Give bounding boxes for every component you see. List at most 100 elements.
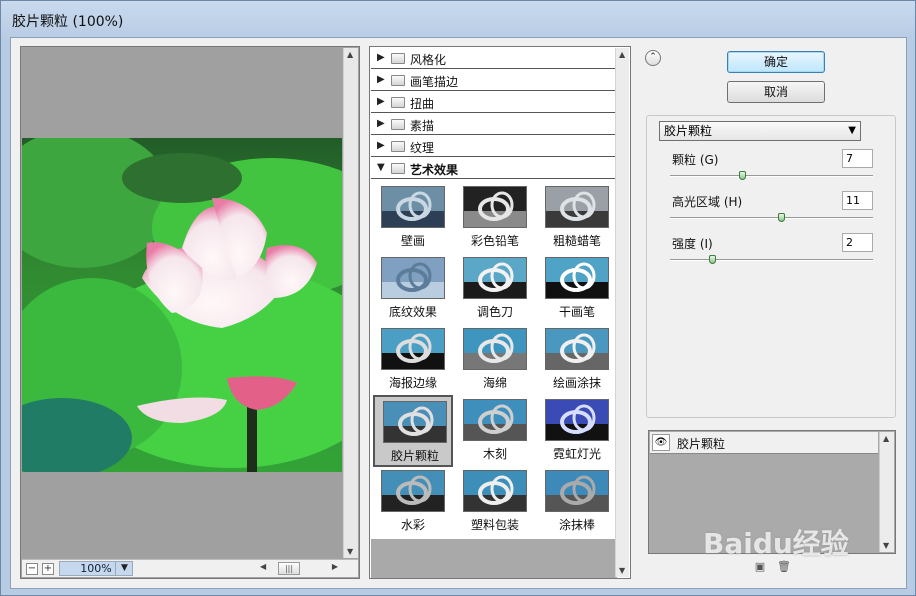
layers-scrollbar[interactable]: ▲ ▼ (879, 432, 894, 552)
preview-horizontal-scrollbar[interactable]: ◀ ||| ▶ (258, 562, 340, 575)
effect-layer-name: 胶片颗粒 (677, 437, 726, 451)
intensity-label: 强度 (I) (672, 237, 713, 251)
underpainting-thumb-icon (381, 257, 445, 299)
filter-thumbnail[interactable]: 海报边缘 (373, 324, 453, 396)
scroll-up-icon[interactable]: ▲ (347, 50, 353, 59)
neon-glow-thumb-icon (545, 399, 609, 441)
highlight-area-value-input[interactable]: 11 (842, 191, 873, 210)
filter-thumbnail[interactable]: 木刻 (455, 395, 535, 467)
chevron-down-icon: ▼ (848, 125, 856, 136)
filter-thumbnail-label: 涂抹棒 (558, 518, 595, 532)
filter-thumbnail-label: 木刻 (482, 447, 507, 461)
smudge-stick-thumb-icon (545, 470, 609, 512)
category-label: 扭曲 (410, 97, 435, 111)
filter-thumbnail[interactable]: 绘画涂抹 (537, 324, 617, 396)
collapse-triangle-icon[interactable]: ▼ (377, 162, 385, 173)
expand-triangle-icon[interactable]: ▶ (377, 52, 385, 63)
filter-thumbnail[interactable]: 胶片颗粒 (373, 395, 453, 467)
palette-knife-thumb-icon (463, 257, 527, 299)
filter-list-empty-area (371, 539, 617, 578)
category-label: 风格化 (410, 53, 447, 67)
colored-pencil-thumb-icon (463, 186, 527, 228)
folder-icon (391, 141, 405, 152)
expand-triangle-icon[interactable]: ▶ (377, 74, 385, 85)
filter-thumbnail-label: 海绵 (482, 376, 507, 390)
scroll-down-icon[interactable]: ▼ (347, 547, 353, 556)
scroll-down-icon[interactable]: ▼ (883, 541, 889, 550)
filter-category-sketch[interactable]: ▶ 素描 (371, 114, 617, 135)
zoom-in-button[interactable]: + (42, 563, 54, 575)
filter-thumbnail[interactable]: 壁画 (373, 182, 453, 254)
lotus-preview-image (22, 138, 342, 472)
filter-thumbnail[interactable]: 底纹效果 (373, 253, 453, 325)
preview-panel: ▲ ▼ − + 100% ▼ ◀ ||| ▶ (20, 46, 360, 579)
filter-thumbnail[interactable]: 海绵 (455, 324, 535, 396)
scroll-up-icon[interactable]: ▲ (619, 50, 625, 59)
filter-thumbnail-label: 彩色铅笔 (470, 234, 519, 248)
new-effect-layer-icon[interactable]: ▣ (753, 560, 767, 574)
cancel-button[interactable]: 取消 (727, 81, 825, 103)
rough-pastels-thumb-icon (545, 186, 609, 228)
preview-vertical-scrollbar[interactable]: ▲ ▼ (343, 48, 358, 558)
scroll-left-icon[interactable]: ◀ (260, 562, 266, 571)
category-label: 画笔描边 (410, 75, 459, 89)
scroll-down-icon[interactable]: ▼ (619, 566, 625, 575)
slider-knob[interactable] (709, 255, 716, 264)
title-bar[interactable]: 胶片颗粒 (100%) (1, 1, 915, 37)
artistic-filter-thumbnails: 壁画 彩色铅笔 粗糙蜡笔底纹效果 调色刀 干画笔海报边缘 海绵 绘画涂抹胶片颗粒 木刻 霓虹灯光… (371, 180, 617, 546)
category-label: 素描 (410, 119, 435, 133)
preview-canvas[interactable] (22, 48, 342, 558)
effect-layer-item[interactable]: 👁 胶片颗粒 (650, 432, 878, 454)
filter-thumbnail[interactable]: 干画笔 (537, 253, 617, 325)
filter-thumbnail-label: 水彩 (400, 518, 425, 532)
window-title: 胶片颗粒 (100%) (12, 14, 124, 30)
scroll-right-icon[interactable]: ▶ (332, 562, 338, 571)
watermark: Baidu经验 (703, 527, 849, 560)
filter-select[interactable]: 胶片颗粒 ▼ (659, 121, 861, 141)
slider-knob[interactable] (739, 171, 746, 180)
filter-thumbnail[interactable]: 调色刀 (455, 253, 535, 325)
fresco-thumb-icon (381, 186, 445, 228)
slider-knob[interactable] (778, 213, 785, 222)
expand-triangle-icon[interactable]: ▶ (377, 140, 385, 151)
zoom-out-button[interactable]: − (26, 563, 38, 575)
cutout-thumb-icon (463, 399, 527, 441)
filter-thumbnail-label: 塑料包装 (470, 518, 519, 532)
eye-icon[interactable]: 👁 (652, 434, 670, 451)
scroll-up-icon[interactable]: ▲ (883, 434, 889, 443)
filter-thumbnail[interactable]: 塑料包装 (455, 466, 535, 538)
filter-category-artistic[interactable]: ▼ 艺术效果 (371, 158, 617, 179)
plastic-wrap-thumb-icon (463, 470, 527, 512)
filter-thumbnail[interactable]: 涂抹棒 (537, 466, 617, 538)
grain-slider[interactable] (670, 171, 873, 180)
filter-thumbnail[interactable]: 水彩 (373, 466, 453, 538)
filter-thumbnail[interactable]: 霓虹灯光 (537, 395, 617, 467)
film-grain-thumb-icon (383, 401, 447, 443)
filter-category-texture[interactable]: ▶ 纹理 (371, 136, 617, 157)
filter-thumbnail[interactable]: 彩色铅笔 (455, 182, 535, 254)
filter-thumbnail-label: 调色刀 (476, 305, 513, 319)
filter-thumbnail-label: 底纹效果 (388, 305, 437, 319)
filter-thumbnail-label: 绘画涂抹 (552, 376, 601, 390)
filter-thumbnail[interactable]: 粗糙蜡笔 (537, 182, 617, 254)
highlight-area-slider[interactable] (670, 213, 873, 222)
filter-thumbnail-label: 霓虹灯光 (552, 447, 601, 461)
filter-category-stylize[interactable]: ▶ 风格化 (371, 48, 617, 69)
filter-list-scrollbar[interactable]: ▲ ▼ (615, 48, 629, 577)
scroll-thumb[interactable]: ||| (278, 562, 300, 575)
filter-browser: ▶ 风格化 ▶ 画笔描边 ▶ 扭曲 ▶ 素描 ▶ 纹理 ▼ 艺术效果 壁画 彩色… (369, 46, 631, 579)
intensity-slider[interactable] (670, 255, 873, 264)
ok-button[interactable]: 确定 (727, 51, 825, 73)
watercolor-thumb-icon (381, 470, 445, 512)
expand-triangle-icon[interactable]: ▶ (377, 118, 385, 129)
folder-icon (391, 75, 405, 86)
grain-value-input[interactable]: 7 (842, 149, 873, 168)
chevron-down-icon[interactable]: ▼ (115, 561, 133, 576)
expand-triangle-icon[interactable]: ▶ (377, 96, 385, 107)
delete-effect-layer-icon[interactable]: 🗑 (777, 560, 791, 574)
filter-settings-panel: 胶片颗粒 ▼ 颗粒 (G) 7 高光区域 (H) 11 强度 (I) 2 (646, 115, 896, 418)
filter-category-distort[interactable]: ▶ 扭曲 (371, 92, 617, 113)
filter-category-brush-strokes[interactable]: ▶ 画笔描边 (371, 70, 617, 91)
collapse-gallery-button[interactable]: ⌃ (645, 50, 661, 66)
intensity-value-input[interactable]: 2 (842, 233, 873, 252)
